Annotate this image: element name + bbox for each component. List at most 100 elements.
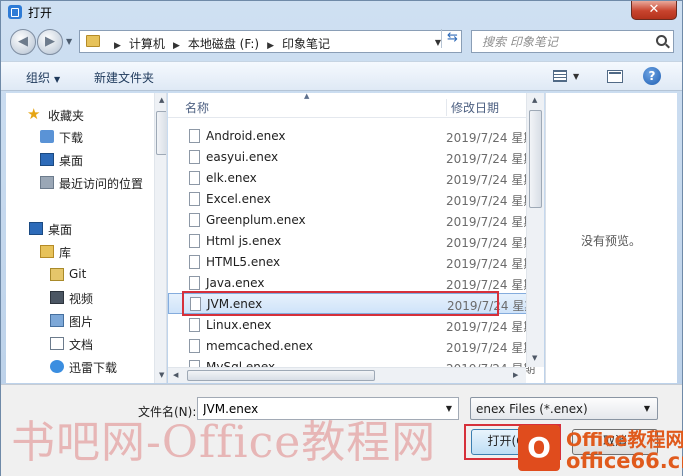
close-button[interactable]: ✕ xyxy=(631,1,677,20)
change-view-icon[interactable] xyxy=(553,70,567,82)
scroll-left-icon[interactable]: ◀ xyxy=(173,371,178,379)
back-button[interactable]: ◀ xyxy=(10,29,36,55)
file-name: HTML5.enex xyxy=(206,255,281,269)
file-name: elk.enex xyxy=(206,171,257,185)
file-icon xyxy=(189,255,200,269)
chevron-down-icon: ▼ xyxy=(643,404,650,413)
recent-pages-dropdown[interactable]: ▼ xyxy=(66,37,72,46)
desktop-icon xyxy=(29,222,43,235)
scroll-up-icon[interactable]: ▲ xyxy=(159,96,164,104)
file-date: 2019/7/24 星期 xyxy=(446,341,536,355)
cancel-button[interactable]: 取消 xyxy=(572,429,658,455)
breadcrumb: ▶ 计算机 ▶ 本地磁盘 (F:) ▶ 印象笔记 xyxy=(106,35,330,52)
organize-label: 组织 xyxy=(26,71,51,85)
sort-ascending-icon: ▲ xyxy=(304,93,310,100)
address-bar[interactable]: ▶ 计算机 ▶ 本地磁盘 (F:) ▶ 印象笔记 ▼ xyxy=(79,30,462,53)
file-date: 2019/7/24 星期 xyxy=(446,173,536,187)
filename-label: 文件名(N): xyxy=(138,405,197,419)
sidebar-item-label: 桌面 xyxy=(48,223,73,237)
help-icon[interactable]: ? xyxy=(643,67,661,85)
new-folder-button[interactable]: 新建文件夹 xyxy=(94,69,154,86)
table-row[interactable]: Html js.enex 2019/7/24 星期 xyxy=(168,231,535,252)
file-date: 2019/7/24 星期 xyxy=(446,257,536,271)
file-type-label: enex Files (*.enex) xyxy=(476,402,588,416)
organize-button[interactable]: 组织 ▼ xyxy=(26,69,60,86)
sidebar-item-label: 收藏夹 xyxy=(48,109,85,123)
sidebar-item-label: 最近访问的位置 xyxy=(59,177,144,191)
chevron-down-icon: ▼ xyxy=(54,75,61,84)
table-row[interactable]: easyui.enex 2019/7/24 星期 xyxy=(168,147,535,168)
file-list-header: ▲ 名称 修改日期 xyxy=(168,93,544,118)
file-icon xyxy=(189,171,200,185)
search-icon[interactable] xyxy=(656,35,667,46)
preview-pane: 没有预览。 xyxy=(545,93,677,383)
open-button[interactable]: 打开(O) ▼ xyxy=(471,429,557,455)
breadcrumb-item-drive[interactable]: 本地磁盘 (F:) xyxy=(188,37,259,51)
table-row[interactable]: Android.enex 2019/7/24 星期 xyxy=(168,126,535,147)
picture-library-icon xyxy=(50,314,64,327)
refresh-icon[interactable]: ⇆ xyxy=(441,29,463,48)
arrow-right-icon: ▶ xyxy=(45,34,55,49)
file-date: 2019/7/24 星期 xyxy=(446,236,536,250)
navigation-pane: ★ 收藏夹 下载 桌面 最近访问的位置 桌面 库 Git 视频 图片 文档 迅雷… xyxy=(6,93,167,383)
breadcrumb-separator-icon[interactable]: ▶ xyxy=(173,41,180,51)
recent-places-icon xyxy=(40,176,54,189)
arrow-left-icon: ◀ xyxy=(18,34,28,49)
table-row[interactable]: Linux.enex 2019/7/24 星期 xyxy=(168,315,535,336)
open-button-label: 打开(O) xyxy=(487,434,531,448)
filename-dropdown-icon[interactable]: ▼ xyxy=(446,404,452,413)
search-box xyxy=(471,30,674,53)
file-date: 2019/7/24 星期 xyxy=(446,131,536,145)
file-icon xyxy=(189,234,200,248)
table-row[interactable]: Excel.enex 2019/7/24 星期 xyxy=(168,189,535,210)
file-name: Android.enex xyxy=(206,129,286,143)
search-input[interactable] xyxy=(482,34,652,49)
file-date: 2019/7/24 星期 xyxy=(446,152,536,166)
breadcrumb-separator-icon[interactable]: ▶ xyxy=(267,41,274,51)
nav-scroll-thumb[interactable] xyxy=(156,111,166,155)
file-icon xyxy=(189,213,200,227)
table-row[interactable]: HTML5.enex 2019/7/24 星期 xyxy=(168,252,535,273)
scroll-up-icon[interactable]: ▲ xyxy=(532,96,537,104)
file-list-vertical-scrollbar[interactable]: ▲ ▼ xyxy=(526,93,544,367)
file-name: Greenplum.enex xyxy=(206,213,306,227)
file-name: Linux.enex xyxy=(206,318,272,332)
desktop-icon xyxy=(40,153,54,166)
scroll-right-icon[interactable]: ▶ xyxy=(513,371,518,379)
file-icon xyxy=(189,150,200,164)
title-bar[interactable]: 打开 ✕ xyxy=(1,1,682,23)
file-icon xyxy=(189,339,200,353)
library-icon xyxy=(40,245,54,258)
file-date: 2019/7/24 星期 xyxy=(446,215,536,229)
sidebar-item-label: 文档 xyxy=(69,338,94,352)
file-icon xyxy=(189,129,200,143)
folder-icon xyxy=(86,35,100,47)
file-list-pane: ▲ 名称 修改日期 Android.enex 2019/7/24 星期 easy… xyxy=(168,93,544,383)
view-options-dropdown-icon[interactable]: ▼ xyxy=(573,72,579,81)
nav-pane-scrollbar[interactable]: ▲ ▼ xyxy=(154,93,166,383)
file-date: 2019/7/24 星期 xyxy=(446,194,536,208)
file-list-horizontal-scrollbar[interactable]: ◀ ▶ xyxy=(168,367,526,383)
preview-pane-icon[interactable] xyxy=(607,70,623,83)
file-icon xyxy=(189,276,200,290)
table-row[interactable]: Greenplum.enex 2019/7/24 星期 xyxy=(168,210,535,231)
column-header-date[interactable]: 修改日期 xyxy=(446,99,499,116)
filename-input[interactable] xyxy=(203,401,433,416)
file-type-filter[interactable]: enex Files (*.enex) ▼ xyxy=(470,397,658,420)
table-row-selected[interactable]: JVM.enex 2019/7/24 星期 xyxy=(168,293,536,314)
table-row[interactable]: Java.enex 2019/7/24 星期 xyxy=(168,273,535,294)
scroll-down-icon[interactable]: ▼ xyxy=(159,371,164,379)
video-library-icon xyxy=(50,291,64,304)
table-row[interactable]: elk.enex 2019/7/24 星期 xyxy=(168,168,535,189)
column-header-name[interactable]: 名称 xyxy=(185,99,209,116)
table-row[interactable]: memcached.enex 2019/7/24 星期 xyxy=(168,336,535,357)
forward-button[interactable]: ▶ xyxy=(37,29,63,55)
breadcrumb-item-computer[interactable]: 计算机 xyxy=(129,37,165,51)
breadcrumb-item-folder[interactable]: 印象笔记 xyxy=(282,37,330,51)
file-scroll-thumb[interactable] xyxy=(529,110,542,208)
scroll-down-icon[interactable]: ▼ xyxy=(532,354,537,362)
file-icon xyxy=(189,318,200,332)
horizontal-scroll-thumb[interactable] xyxy=(187,370,375,381)
breadcrumb-separator-icon[interactable]: ▶ xyxy=(114,41,121,51)
file-name: Excel.enex xyxy=(206,192,271,206)
